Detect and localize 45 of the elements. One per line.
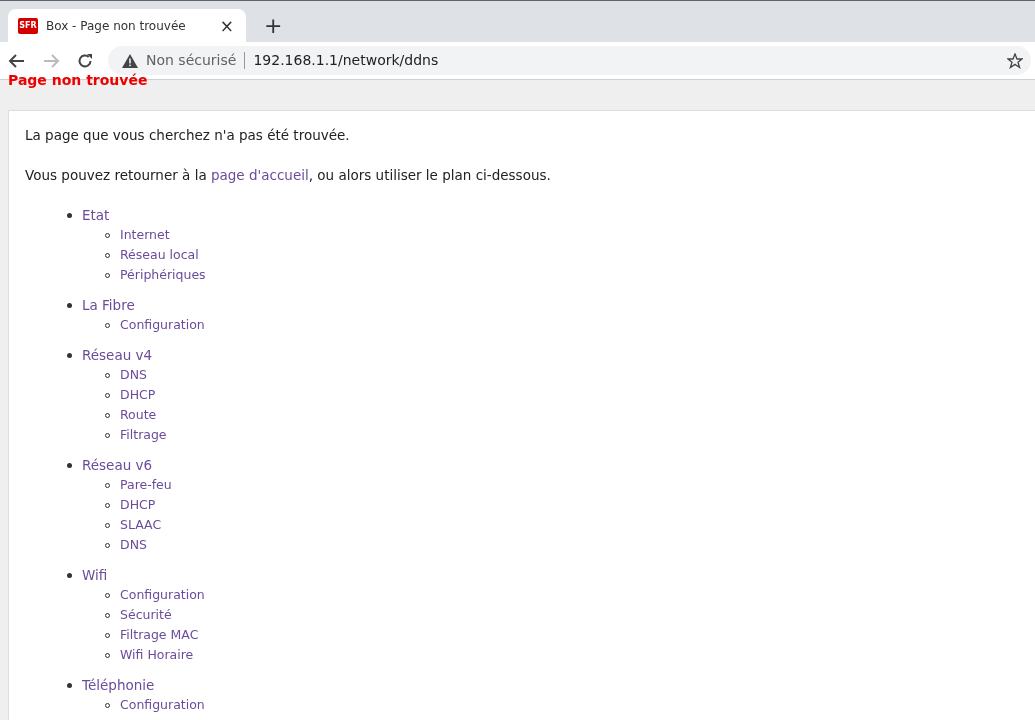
security-label: Non sécurisé xyxy=(146,51,237,70)
close-tab-button[interactable]: × xyxy=(217,17,236,35)
browser-tab[interactable]: SFR Box - Page non trouvée × xyxy=(8,9,246,43)
back-arrow-icon xyxy=(8,51,26,70)
bullet-icon xyxy=(67,303,72,308)
bullet-icon xyxy=(67,213,72,218)
sitemap-sublink[interactable]: Configuration xyxy=(120,316,205,335)
sitemap-sublink[interactable]: DHCP xyxy=(120,496,156,515)
home-link[interactable]: page d'accueil xyxy=(210,167,309,184)
bookmark-star-icon[interactable] xyxy=(1007,52,1023,69)
tab-title: Box - Page non trouvée xyxy=(46,18,187,35)
error-message: La page que vous cherchez n'a pas été trouvée. xyxy=(25,126,351,145)
bullet-icon xyxy=(67,573,72,578)
sitemap-sublink[interactable]: Filtrage xyxy=(120,426,167,445)
sitemap-link[interactable]: Téléphonie xyxy=(82,675,155,696)
sitemap-sublink[interactable]: Wifi Horaire xyxy=(120,646,194,665)
bullet-icon xyxy=(67,463,72,468)
sitemap-link[interactable]: Etat xyxy=(82,205,110,226)
forward-arrow-icon xyxy=(42,51,60,70)
warning-icon xyxy=(122,53,138,68)
sitemap-sublink[interactable]: Route xyxy=(120,406,157,425)
sitemap-sublink[interactable]: Internet xyxy=(120,226,170,245)
site-logo: SFR xyxy=(18,18,38,34)
reload-icon xyxy=(76,51,94,70)
sitemap-sublink[interactable]: DHCP xyxy=(120,386,156,405)
sitemap-sublink[interactable]: Sécurité xyxy=(120,606,172,625)
sitemap-sublink[interactable]: Pare-feu xyxy=(120,476,172,495)
sitemap-sublink[interactable]: Configuration xyxy=(120,586,205,605)
sitemap-sublink[interactable]: Configuration xyxy=(120,696,205,715)
url-text: 192.168.1.1/network/ddns xyxy=(253,51,440,70)
sitemap-link[interactable]: Wifi xyxy=(82,565,108,586)
bullet-icon xyxy=(67,353,72,358)
sitemap-sublink[interactable]: DNS xyxy=(120,536,147,555)
sitemap-link[interactable]: Réseau v4 xyxy=(82,345,153,366)
return-sentence: Vous pouvez retourner à la page d'accueil, ou alors utiliser le plan ci-dessous. xyxy=(25,166,552,186)
new-tab-button[interactable]: + xyxy=(258,14,289,38)
sitemap-link[interactable]: La Fibre xyxy=(82,295,135,316)
page-heading: Page non trouvée xyxy=(8,72,148,88)
sitemap-sublink[interactable]: Réseau local xyxy=(120,246,199,265)
bullet-icon xyxy=(67,683,72,688)
sitemap-sublink[interactable]: DNS xyxy=(120,366,147,385)
sitemap-sublink[interactable]: Filtrage MAC xyxy=(120,626,199,645)
sitemap-sublink[interactable]: Périphériques xyxy=(120,266,206,285)
sitemap-link[interactable]: Réseau v6 xyxy=(82,455,153,476)
sitemap-sublink[interactable]: SLAAC xyxy=(120,516,162,535)
